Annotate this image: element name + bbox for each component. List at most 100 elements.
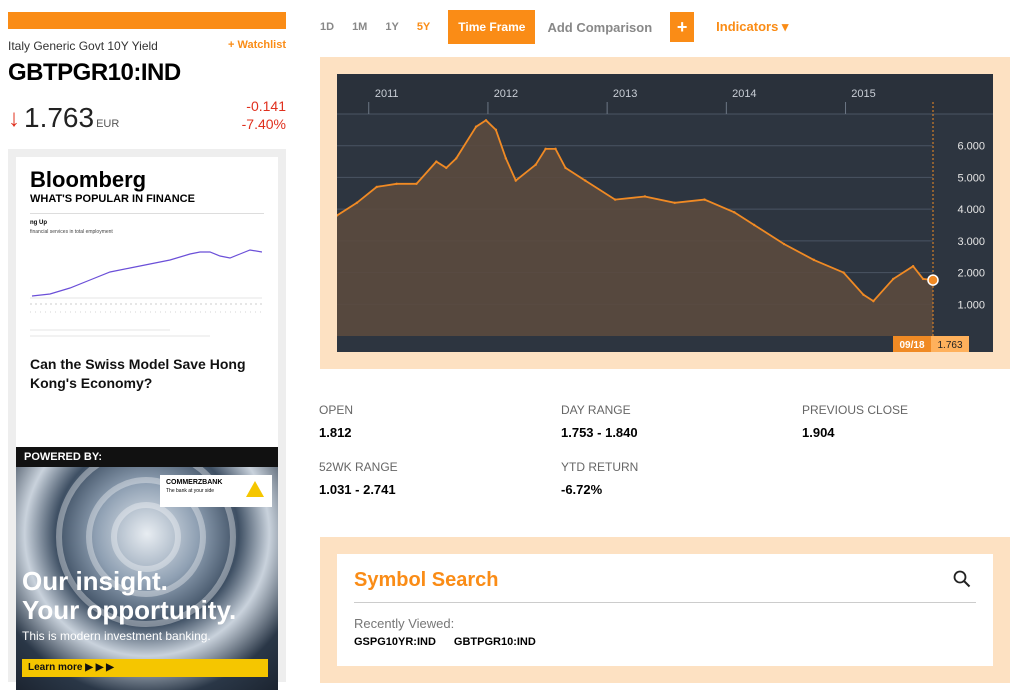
data-point — [554, 147, 557, 151]
stat-open: OPEN 1.812 — [319, 403, 353, 440]
x-tick-label: 2013 — [613, 88, 637, 100]
bloomberg-logo: Bloomberg — [30, 167, 147, 192]
data-point — [584, 179, 587, 182]
range-5y-button[interactable]: 5Y — [417, 21, 430, 33]
chart-toolbar: 1D 1M 1Y 5Y Time Frame Add Comparison + … — [320, 10, 788, 44]
data-point — [504, 157, 508, 160]
data-point — [435, 160, 438, 163]
symbol-search-panel: Symbol Search Recently Viewed: GSPG10YR:… — [320, 537, 1010, 683]
data-point — [911, 265, 915, 268]
data-point — [355, 201, 359, 204]
recent-symbol-link[interactable]: GSPG10YR:IND — [354, 636, 436, 648]
price-change: -0.141 — [246, 98, 286, 114]
ad-small-text: This is modern investment banking. — [22, 629, 211, 643]
data-point — [733, 211, 736, 214]
ad-mini-chart: ng Up financial services in total employ… — [30, 213, 264, 345]
y-tick-label: 5.000 — [957, 172, 985, 184]
range-1m-button[interactable]: 1M — [352, 21, 367, 33]
stairwell-ring — [111, 502, 181, 572]
currency-label: EUR — [96, 118, 120, 130]
ad-big-text-line-2: Your opportunity. — [22, 595, 237, 625]
stat-value: 1.753 - 1.840 — [561, 425, 638, 440]
stat-label: YTD RETURN — [561, 460, 639, 474]
data-point — [534, 163, 537, 166]
stat-label: 52WK RANGE — [319, 460, 398, 474]
learn-more-button[interactable]: Learn more ▶ ▶ ▶ — [22, 659, 268, 677]
price-change-pct: -7.40% — [241, 116, 286, 132]
data-point — [415, 182, 418, 185]
data-point — [613, 198, 617, 201]
y-tick-label: 2.000 — [957, 268, 985, 280]
recently-viewed-list: GSPG10YR:IND GBTPGR10:IND — [354, 636, 536, 648]
ticker-symbol: GBTPGR10:IND — [8, 59, 181, 86]
stat-label: PREVIOUS CLOSE — [802, 403, 909, 417]
data-point — [921, 277, 925, 281]
data-point — [673, 201, 676, 204]
symbol-search-box: Symbol Search Recently Viewed: GSPG10YR:… — [337, 554, 993, 666]
y-tick-label: 6.000 — [957, 141, 985, 153]
stat-value: 1.031 - 2.741 — [319, 482, 396, 497]
commerzbank-mark-icon — [246, 481, 264, 497]
data-point — [544, 147, 547, 151]
ad-headline[interactable]: Can the Swiss Model Save Hong Kong's Eco… — [30, 355, 264, 393]
data-point — [812, 258, 815, 262]
commerzbank-logo: COMMERZBANK The bank at your side — [160, 475, 272, 507]
data-point — [872, 299, 875, 303]
x-tick-label: 2012 — [494, 88, 518, 100]
range-1y-button[interactable]: 1Y — [385, 21, 398, 33]
commerzbank-ad[interactable]: COMMERZBANK The bank at your side Our in… — [16, 467, 278, 690]
data-point — [643, 195, 647, 198]
data-point — [474, 125, 478, 128]
down-arrow-icon: ↓ — [8, 105, 20, 132]
symbol-search-title[interactable]: Symbol Search — [354, 569, 499, 592]
stat-value: -6.72% — [561, 482, 603, 497]
recent-symbol-link[interactable]: GBTPGR10:IND — [454, 636, 536, 648]
security-name: Italy Generic Govt 10Y Yield — [8, 39, 158, 53]
mini-chart-title: ng Up — [30, 220, 47, 226]
stat-ytd-return: YTD RETURN -6.72% — [561, 460, 638, 497]
data-point — [753, 223, 756, 227]
data-point — [703, 198, 706, 201]
indicators-dropdown[interactable]: Indicators ▾ — [716, 19, 788, 35]
data-point — [842, 271, 845, 274]
ad-container: Bloomberg WHAT'S POPULAR IN FINANCE ng U… — [8, 149, 286, 690]
data-point — [514, 179, 517, 182]
add-comparison-button[interactable]: Add Comparison — [547, 20, 652, 35]
powered-by-label: POWERED BY: — [16, 447, 278, 467]
last-value-marker[interactable] — [927, 274, 939, 286]
accent-bar — [8, 12, 286, 29]
search-divider — [354, 602, 976, 603]
data-point — [892, 277, 895, 281]
range-1d-button[interactable]: 1D — [320, 21, 334, 33]
bloomberg-ad[interactable]: Bloomberg WHAT'S POPULAR IN FINANCE ng U… — [16, 157, 278, 447]
search-icon[interactable] — [953, 570, 971, 588]
data-point — [862, 293, 865, 296]
y-tick-label: 1.000 — [957, 299, 985, 311]
x-tick-label: 2011 — [375, 88, 399, 100]
y-tick-label: 3.000 — [957, 236, 985, 248]
stat-previous-close: PREVIOUS CLOSE 1.904 — [802, 403, 908, 440]
x-tick-label: 2014 — [732, 88, 756, 100]
stat-label: OPEN — [319, 403, 354, 417]
data-point — [455, 157, 458, 160]
mini-chart-subtitle: financial services in total employment — [30, 229, 113, 235]
x-tick-label: 2015 — [851, 88, 875, 100]
stat-52wk-range: 52WK RANGE 1.031 - 2.741 — [319, 460, 398, 497]
stat-value: 1.812 — [319, 425, 352, 440]
chart-svg[interactable]: 6.000 5.000 4.000 3.000 2.000 1.000 2011 2012 20… — [337, 74, 993, 352]
data-point — [782, 242, 786, 246]
last-value-number: 1.763 — [937, 340, 962, 351]
data-point — [564, 166, 567, 170]
time-frame-button[interactable]: Time Frame — [448, 10, 536, 44]
price-chart[interactable]: 6.000 5.000 4.000 3.000 2.000 1.000 2011 2012 20… — [337, 74, 993, 352]
stat-label: DAY RANGE — [561, 403, 631, 417]
add-comparison-plus-button[interactable]: + — [670, 12, 695, 42]
chart-header-strip — [337, 74, 993, 114]
data-point — [375, 185, 378, 189]
ad-subtitle: WHAT'S POPULAR IN FINANCE — [30, 193, 195, 205]
data-point — [445, 166, 448, 170]
series-area — [337, 120, 933, 336]
watchlist-link[interactable]: + Watchlist — [228, 39, 286, 53]
last-price: 1.763 — [24, 102, 95, 133]
last-value-date: 09/18 — [899, 340, 924, 351]
